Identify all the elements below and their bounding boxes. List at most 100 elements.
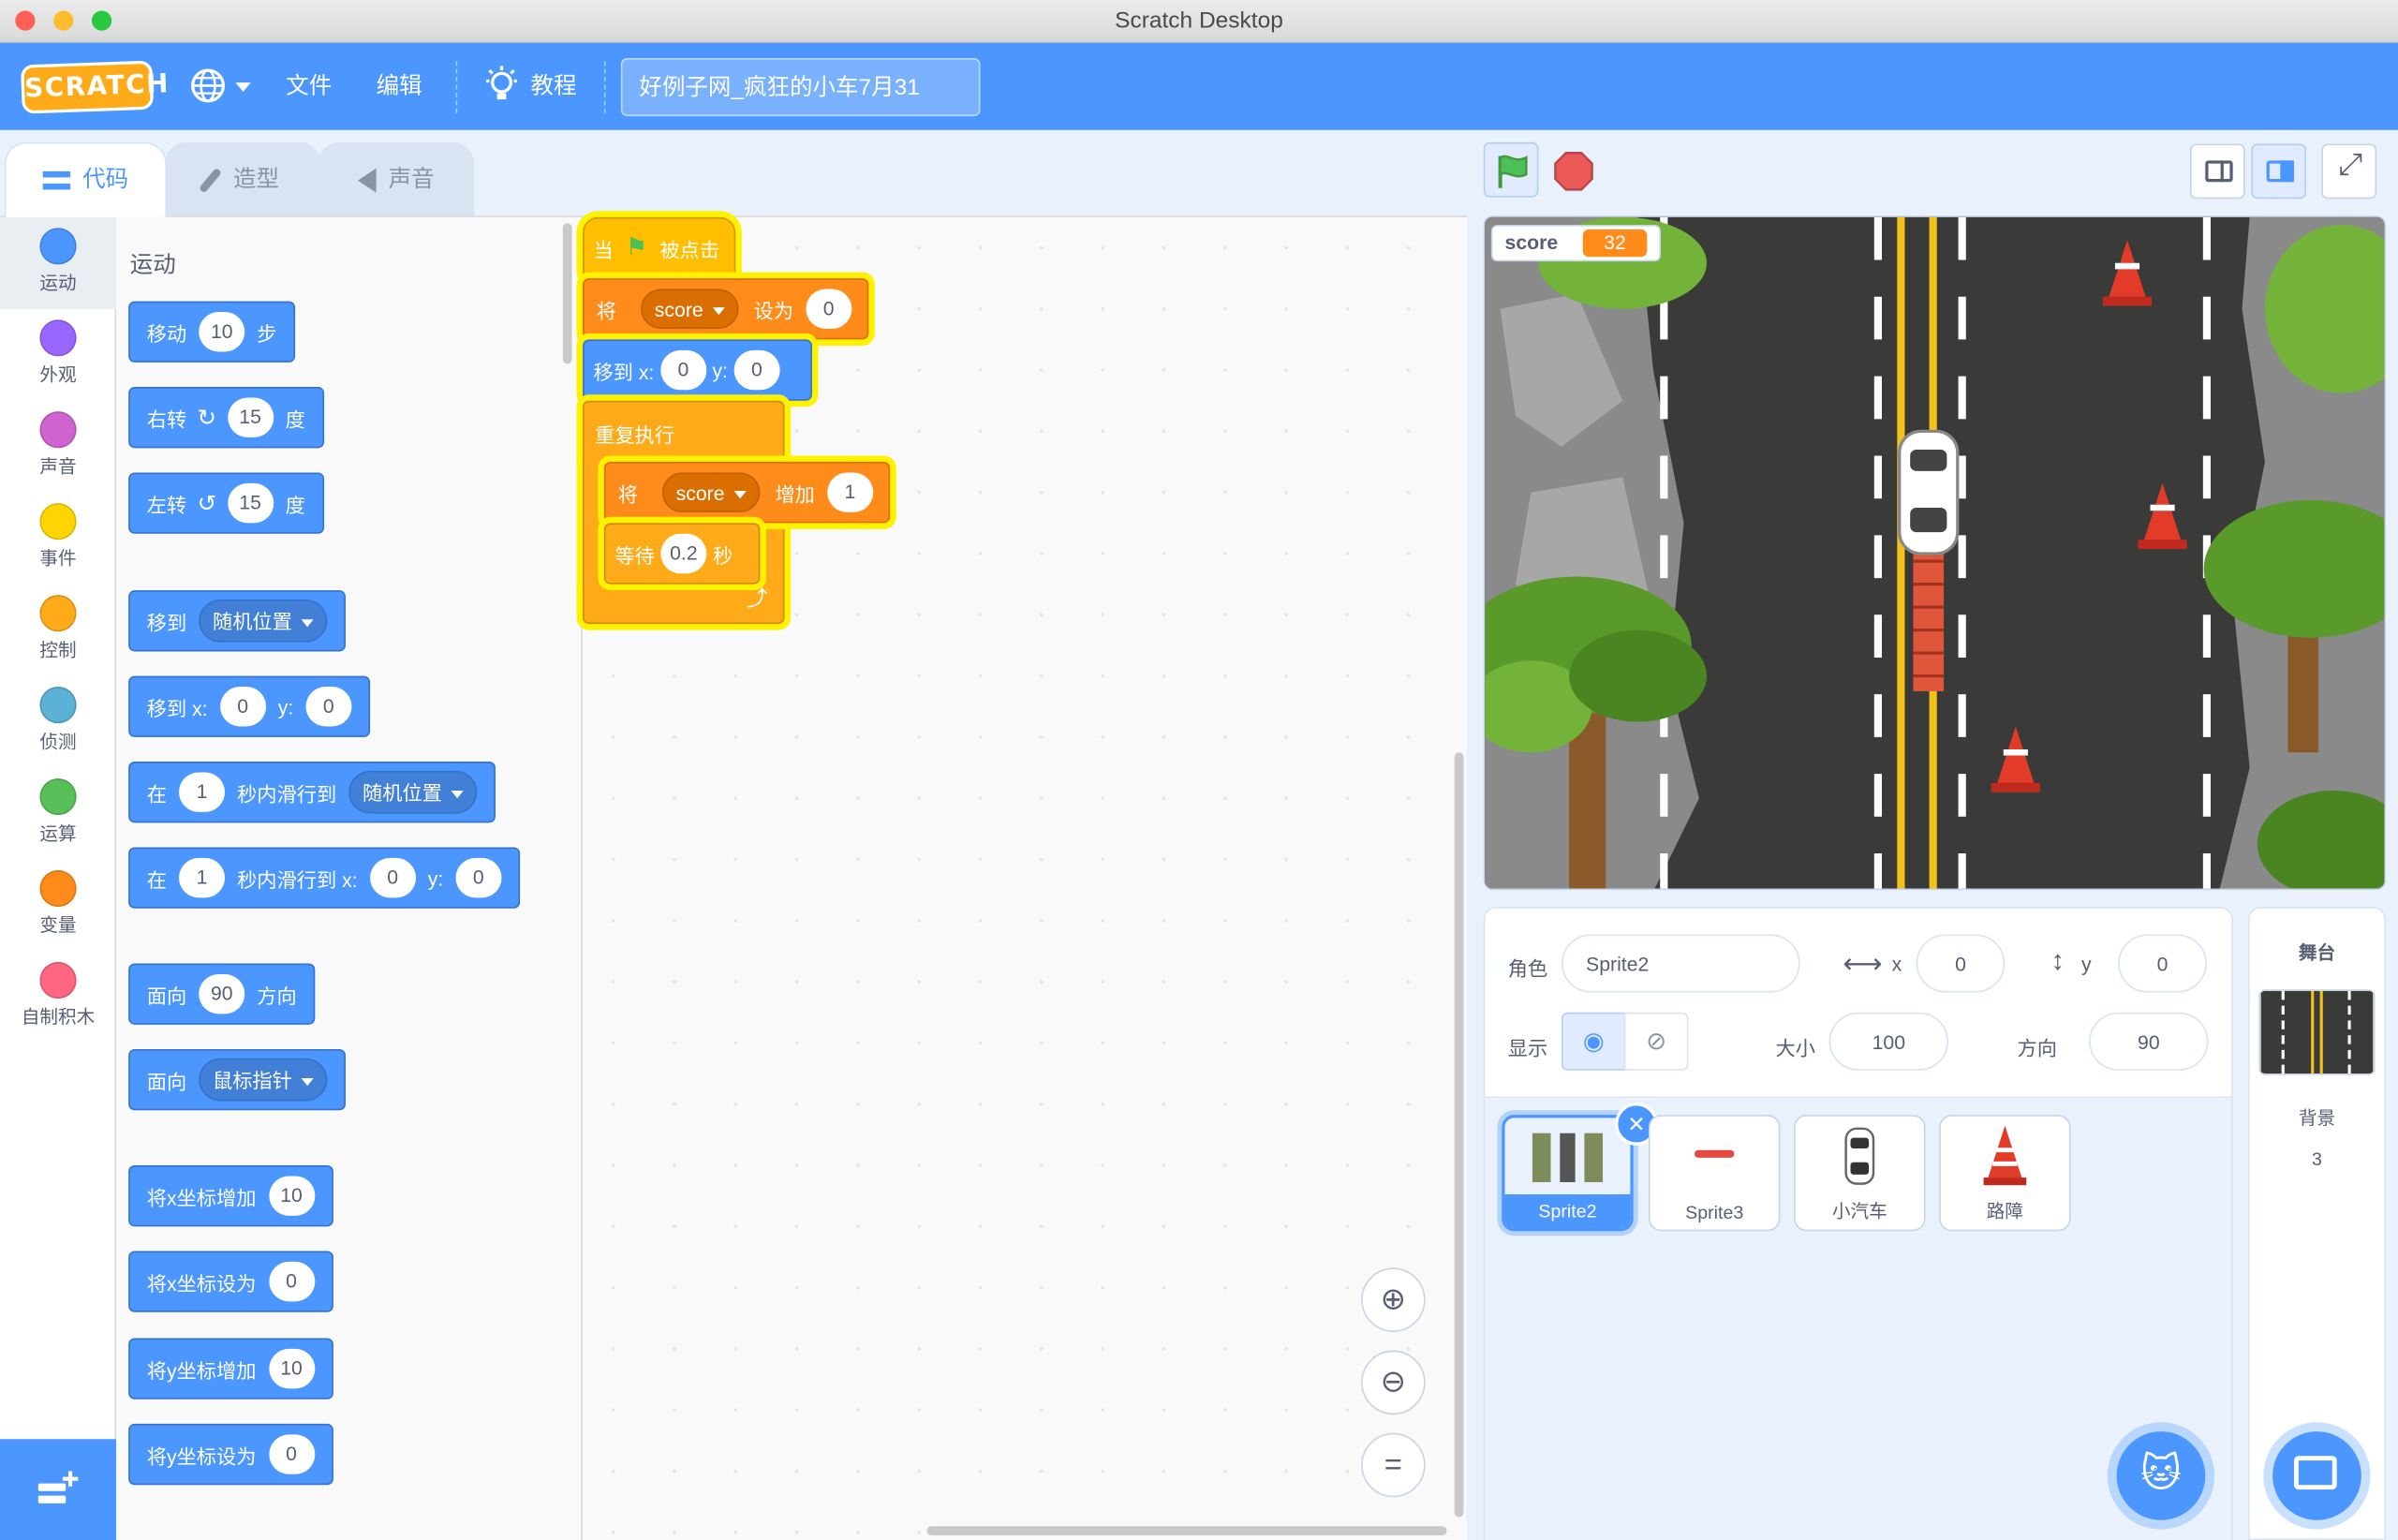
y-position-input[interactable]: 0	[2118, 934, 2207, 993]
size-input[interactable]: 100	[1828, 1012, 1948, 1071]
category-dot	[39, 503, 77, 540]
choose-backdrop-button[interactable]	[2272, 1431, 2361, 1520]
zoom-reset-button[interactable]: =	[1361, 1432, 1426, 1498]
minimize-window-button[interactable]	[53, 10, 74, 31]
block-text: 度	[285, 493, 305, 516]
block-move-steps[interactable]: 移动 10 步	[128, 301, 296, 363]
value-input[interactable]: 1	[826, 472, 873, 512]
number-input[interactable]: 10	[268, 1348, 315, 1389]
x-position-input[interactable]: 0	[1916, 934, 2006, 993]
direction-input[interactable]: 90	[2089, 1012, 2209, 1071]
file-menu[interactable]: 文件	[286, 43, 332, 130]
hide-sprite-button[interactable]: ⊘	[1623, 1012, 1689, 1071]
seconds-input[interactable]: 0.2	[660, 533, 707, 574]
x-input[interactable]: 0	[659, 349, 706, 391]
tab-code[interactable]: 代码	[4, 141, 167, 217]
seconds-input[interactable]: 1	[179, 857, 226, 898]
block-turn-left[interactable]: 左转 ↺ 15 度	[128, 472, 324, 534]
category-variables[interactable]: 变量	[0, 860, 116, 952]
stage-canvas[interactable]: score 32	[1483, 215, 2386, 891]
variable-dropdown[interactable]: score	[661, 472, 761, 512]
show-sprite-button[interactable]: ◉	[1561, 1012, 1626, 1071]
palette-scrollbar[interactable]	[562, 223, 572, 364]
green-flag-button[interactable]	[1483, 141, 1539, 198]
block-text: y:	[427, 866, 444, 890]
x-input[interactable]: 0	[219, 687, 266, 727]
category-looks[interactable]: 外观	[0, 309, 116, 401]
script-workspace[interactable]: 当 ⚑ 被点击 将 score 设为 0 移到 x: 0 y: 0 重复执行 ⤴ 将 score 增…	[583, 215, 1467, 1540]
block-glide-xy[interactable]: 在 1 秒内滑行到 x: 0 y: 0	[128, 847, 520, 909]
block-goto-xy[interactable]: 移到 x: 0 y: 0	[128, 675, 370, 737]
sprite-tile-cone[interactable]: 路障	[1939, 1115, 2071, 1232]
edit-menu[interactable]: 编辑	[377, 43, 422, 130]
y-input[interactable]: 0	[455, 857, 502, 898]
block-turn-right[interactable]: 右转 ↻ 15 度	[128, 387, 324, 449]
large-stage-button[interactable]	[2251, 143, 2307, 200]
block-change-y[interactable]: 将y坐标增加 10	[128, 1338, 333, 1399]
block-point-direction[interactable]: 面向 90 方向	[128, 963, 316, 1025]
when-flag-clicked-block[interactable]: 当 ⚑ 被点击	[583, 216, 736, 279]
x-input[interactable]: 0	[369, 857, 416, 898]
zoom-out-button[interactable]: ⊖	[1361, 1350, 1426, 1415]
towards-dropdown[interactable]: 鼠标指针	[199, 1058, 328, 1102]
tab-costumes[interactable]: 造型	[165, 141, 321, 216]
block-set-x[interactable]: 将x坐标设为 0	[128, 1251, 333, 1312]
number-input[interactable]: 10	[199, 312, 245, 352]
fullscreen-button[interactable]: ⤢	[2321, 143, 2377, 200]
sprite-name-input[interactable]: Sprite2	[1561, 934, 1800, 993]
choose-sprite-button[interactable]: 🐱	[2116, 1431, 2206, 1520]
variable-dropdown[interactable]: score	[641, 289, 739, 330]
scratch-logo[interactable]: SCRATCH	[20, 60, 170, 114]
zoom-window-button[interactable]	[91, 10, 112, 31]
number-input[interactable]: 10	[268, 1176, 315, 1216]
value-input[interactable]: 0	[806, 289, 852, 330]
category-motion[interactable]: 运动	[0, 216, 117, 309]
small-stage-button[interactable]	[2189, 143, 2245, 200]
category-my-blocks[interactable]: 自制积木	[0, 951, 116, 1043]
add-extension-button[interactable]	[0, 1439, 117, 1540]
globe-icon	[191, 68, 225, 103]
language-menu[interactable]	[186, 43, 257, 130]
category-events[interactable]: 事件	[0, 493, 116, 585]
workspace-vertical-scrollbar[interactable]	[1454, 752, 1464, 1518]
tutorials-menu[interactable]: 教程	[481, 43, 587, 130]
block-text: 在	[146, 782, 167, 806]
sprite-tile-sprite2[interactable]: Sprite2 ✕	[1502, 1103, 1658, 1232]
target-dropdown[interactable]: 随机位置	[199, 599, 328, 643]
stage-selector[interactable]: 舞台 背景 3	[2247, 907, 2386, 1540]
block-glide-target[interactable]: 在 1 秒内滑行到 随机位置	[128, 762, 496, 823]
sprite-tile-car[interactable]: 小汽车	[1794, 1115, 1926, 1232]
score-monitor[interactable]: score 32	[1490, 224, 1662, 262]
number-input[interactable]: 15	[227, 482, 274, 524]
category-control[interactable]: 控制	[0, 585, 116, 676]
goto-xy-block[interactable]: 移到 x: 0 y: 0	[583, 339, 812, 401]
number-input[interactable]: 0	[268, 1261, 315, 1302]
add-extension-icon	[37, 1471, 79, 1503]
block-goto-target[interactable]: 移到 随机位置	[128, 590, 347, 652]
target-dropdown[interactable]: 随机位置	[348, 770, 478, 814]
close-window-button[interactable]	[15, 10, 36, 31]
category-sensing[interactable]: 侦测	[0, 676, 116, 768]
sprite-tile-sprite3[interactable]: Sprite3	[1648, 1115, 1781, 1232]
block-set-y[interactable]: 将y坐标设为 0	[128, 1423, 333, 1486]
block-text: 将y坐标设为	[146, 1444, 257, 1468]
category-operators[interactable]: 运算	[0, 768, 116, 860]
y-input[interactable]: 0	[305, 687, 352, 727]
workspace-horizontal-scrollbar[interactable]	[926, 1526, 1447, 1536]
y-input[interactable]: 0	[733, 349, 780, 391]
tab-sounds[interactable]: 声音	[318, 141, 475, 216]
wait-block[interactable]: 等待 0.2 秒	[603, 523, 761, 585]
stop-button[interactable]	[1554, 152, 1593, 191]
direction-input[interactable]: 90	[199, 973, 245, 1014]
block-point-towards[interactable]: 面向 鼠标指针	[128, 1048, 347, 1111]
zoom-in-button[interactable]: ⊕	[1361, 1267, 1426, 1332]
block-change-x[interactable]: 将x坐标增加 10	[128, 1165, 333, 1227]
set-variable-block[interactable]: 将 score 设为 0	[583, 278, 869, 340]
number-input[interactable]: 15	[227, 397, 274, 437]
x-label: x	[1891, 953, 1902, 976]
change-variable-block[interactable]: 将 score 增加 1	[603, 462, 891, 524]
project-title-input[interactable]: 好例子网_疯狂的小车7月31	[620, 58, 981, 117]
number-input[interactable]: 0	[268, 1434, 315, 1474]
seconds-input[interactable]: 1	[179, 772, 226, 812]
category-sound[interactable]: 声音	[0, 401, 116, 493]
